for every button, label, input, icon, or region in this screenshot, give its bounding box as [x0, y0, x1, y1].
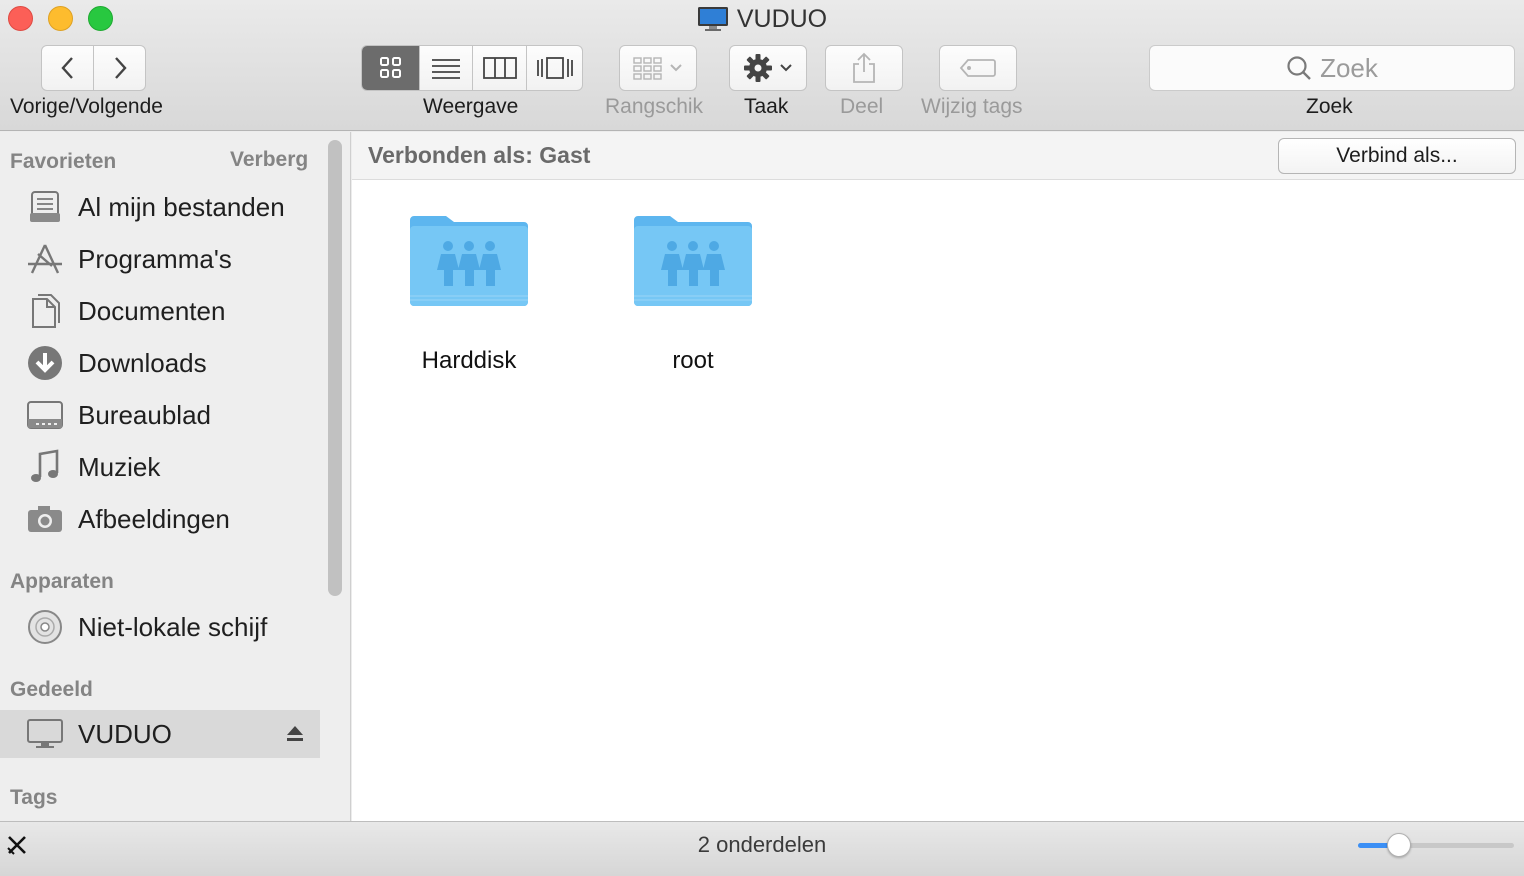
column-view-button[interactable]	[473, 46, 527, 90]
connected-as-text: Verbonden als: Gast	[368, 142, 591, 168]
downloads-icon	[24, 342, 66, 384]
coverflow-view-button[interactable]	[527, 46, 582, 90]
arrange-grid-icon	[633, 57, 662, 80]
sidebar-item-label: VUDUO	[78, 718, 172, 749]
sidebar-item-remote-disc[interactable]: Niet-lokale schijf	[24, 603, 267, 651]
sidebar-item-vuduo[interactable]: VUDUO	[24, 710, 172, 758]
back-button[interactable]	[42, 46, 94, 90]
edit-tags-label: Wijzig tags	[921, 95, 1023, 118]
share-label: Deel	[840, 95, 884, 118]
nav-buttons	[41, 45, 146, 91]
desktop-icon	[24, 394, 66, 436]
gear-icon	[744, 54, 772, 82]
shared-header: Gedeeld	[10, 678, 93, 701]
edit-tags-button[interactable]	[939, 45, 1017, 91]
devices-header: Apparaten	[10, 570, 114, 593]
hide-favorites-button[interactable]: Verberg	[230, 148, 308, 172]
shared-folder-icon	[408, 216, 530, 312]
arrange-label: Rangschik	[605, 95, 704, 118]
file-item-harddisk[interactable]: Harddisk	[379, 212, 559, 375]
favorites-header: Favorieten	[10, 150, 117, 173]
search-label: Zoek	[1306, 95, 1353, 118]
list-view-button[interactable]	[420, 46, 473, 90]
item-count: 2 onderdelen	[697, 832, 827, 857]
action-label: Taak	[744, 95, 789, 118]
view-segmented-control	[361, 45, 583, 91]
sidebar-item-all-files[interactable]: Al mijn bestanden	[24, 183, 285, 231]
tag-icon	[959, 59, 996, 77]
eject-icon[interactable]	[286, 724, 304, 747]
file-item-name: Harddisk	[421, 347, 517, 374]
search-icon	[1287, 56, 1311, 80]
sidebar-item-label: Downloads	[78, 347, 207, 378]
list-icon	[432, 59, 460, 79]
status-bar: 2 onderdelen	[0, 821, 1524, 876]
sidebar-item-label: Afbeeldingen	[78, 503, 230, 534]
sidebar-item-pictures[interactable]: Afbeeldingen	[24, 495, 230, 543]
shared-folder-icon	[632, 216, 754, 312]
chevron-left-icon	[60, 57, 73, 79]
sidebar-item-downloads[interactable]: Downloads	[24, 339, 207, 387]
sidebar-item-label: Al mijn bestanden	[78, 191, 285, 222]
arrange-button[interactable]	[619, 45, 697, 91]
search-field[interactable]: Zoek	[1149, 45, 1515, 91]
all-files-icon	[24, 186, 66, 228]
nav-label: Vorige/Volgende	[10, 95, 163, 118]
share-icon	[853, 52, 875, 83]
sidebar-item-label: Muziek	[78, 451, 161, 482]
view-label: Weergave	[423, 95, 519, 118]
window-title-text: VUDUO	[736, 4, 828, 33]
share-button[interactable]	[825, 45, 903, 91]
sidebar: Favorieten Verberg Al mijn bestanden Pro…	[0, 132, 351, 821]
sidebar-item-desktop[interactable]: Bureaublad	[24, 391, 211, 439]
slider-knob[interactable]	[1386, 833, 1411, 857]
file-item-name: root	[672, 347, 714, 374]
file-browser: Verbonden als: Gast Verbind als... Hardd…	[352, 132, 1524, 821]
connection-bar: Verbonden als: Gast Verbind als...	[352, 132, 1524, 180]
file-item-root[interactable]: root	[603, 212, 783, 375]
computer-icon	[697, 6, 729, 32]
applications-icon	[24, 238, 66, 280]
search-placeholder: Zoek	[1320, 52, 1378, 83]
toolbar: VUDUO Vorige/Volgende Weergave Rangschik…	[0, 0, 1524, 131]
coverflow-icon	[536, 57, 573, 79]
sidebar-item-documents[interactable]: Documenten	[24, 287, 225, 335]
icon-size-slider[interactable]	[1358, 843, 1514, 848]
connect-as-button[interactable]: Verbind als...	[1278, 138, 1516, 174]
forward-button[interactable]	[94, 46, 145, 90]
music-icon	[24, 446, 66, 488]
disc-icon	[24, 606, 66, 648]
icon-view-button[interactable]	[362, 46, 420, 90]
sidebar-item-label: Bureaublad	[78, 399, 211, 430]
sidebar-item-music[interactable]: Muziek	[24, 443, 160, 491]
sidebar-item-applications[interactable]: Programma's	[24, 235, 232, 283]
sidebar-scrollbar[interactable]	[328, 140, 342, 596]
documents-icon	[24, 290, 66, 332]
computer-icon	[24, 713, 66, 755]
chevron-right-icon	[114, 57, 127, 79]
chevron-down-icon	[780, 64, 792, 72]
columns-icon	[482, 57, 517, 79]
action-button[interactable]	[729, 45, 807, 91]
icon-grid-icon	[379, 57, 401, 78]
window-title: VUDUO	[0, 3, 1524, 35]
pictures-icon	[24, 498, 66, 540]
chevron-down-icon	[670, 64, 682, 72]
sidebar-item-label: Documenten	[78, 295, 226, 326]
sidebar-item-label: Niet-lokale schijf	[78, 611, 268, 642]
tags-header: Tags	[10, 786, 58, 809]
sidebar-item-label: Programma's	[78, 243, 232, 274]
